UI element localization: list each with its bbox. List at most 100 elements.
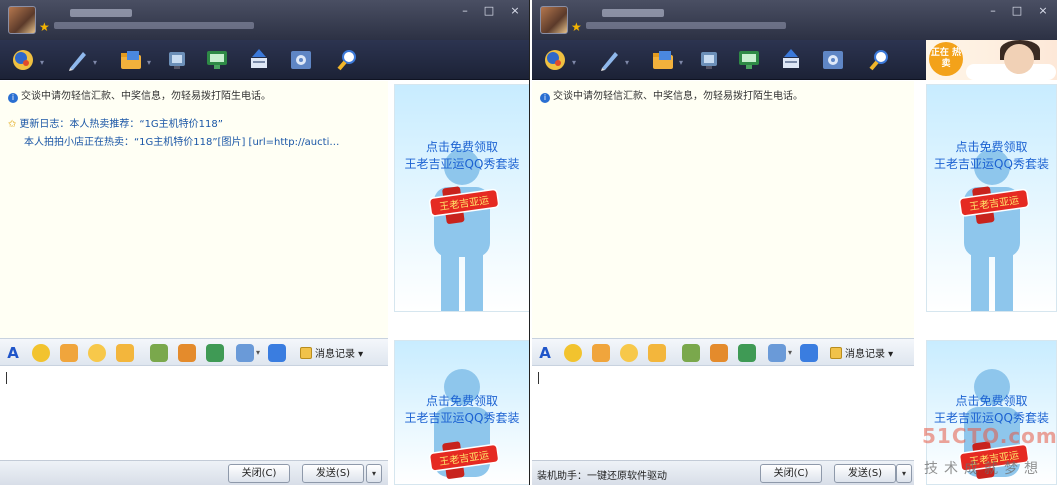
pen-icon[interactable]: [596, 47, 622, 73]
chat-history[interactable]: i 交谈中请勿轻信汇款、中奖信息，勿轻易拨打陌生电话。: [532, 81, 914, 338]
text-cursor: [6, 372, 7, 384]
ad-banner-bottom[interactable]: 点击免费领取 王老吉亚运QQ秀套装 王老吉亚运: [394, 340, 529, 485]
contact-name-blurred: [602, 9, 664, 17]
chevron-down-icon[interactable]: ▾: [625, 58, 629, 67]
magic-face-icon[interactable]: [592, 344, 610, 362]
security-notice-text: 交谈中请勿轻信汇款、中奖信息，勿轻易拨打陌生电话。: [553, 91, 803, 102]
message-record-button[interactable]: 消息记录 ▾: [830, 345, 893, 360]
chevron-down-icon[interactable]: ▾: [93, 58, 97, 67]
screenshot-icon[interactable]: [236, 344, 254, 362]
chevron-down-icon[interactable]: ▾: [572, 58, 576, 67]
chevron-down-icon[interactable]: ▾: [788, 348, 792, 357]
wink-icon[interactable]: [88, 344, 106, 362]
security-notice: i 交谈中请勿轻信汇款、中奖信息，勿轻易拨打陌生电话。: [540, 87, 803, 103]
message-input[interactable]: [0, 366, 388, 460]
music-icon[interactable]: [738, 344, 756, 362]
input-toolbar: A ▾ 消息记录 ▾: [0, 338, 388, 366]
screenshot-icon[interactable]: [768, 344, 786, 362]
screen-icon[interactable]: [204, 47, 230, 73]
ad-banner-top[interactable]: 点击免费领取 王老吉亚运QQ秀套装 王老吉亚运: [926, 84, 1057, 312]
model-face-graphic: [1004, 44, 1034, 74]
text-cursor: [538, 372, 539, 384]
vip-star-icon: ★: [39, 20, 50, 34]
sketch-icon[interactable]: [268, 344, 286, 362]
minimize-button[interactable]: –: [456, 4, 474, 18]
message-input[interactable]: [532, 366, 914, 460]
chevron-down-icon[interactable]: ▾: [679, 58, 683, 67]
bottom-bar: 装机助手：一键还原软件驱动 关闭(C) 发送(S) ▾: [532, 460, 914, 485]
settings-icon[interactable]: [288, 47, 314, 73]
ad-line-2: 王老吉亚运QQ秀套装: [934, 157, 1049, 171]
contact-name-blurred: [70, 9, 132, 17]
ad-line-1: 点击免费领取: [955, 140, 1028, 154]
font-icon[interactable]: A: [536, 344, 554, 362]
message-record-button[interactable]: 消息记录 ▾: [300, 345, 363, 360]
contact-avatar[interactable]: [540, 6, 568, 34]
jump-icon[interactable]: [116, 344, 134, 362]
folder-icon[interactable]: [650, 47, 676, 73]
settings-icon[interactable]: [820, 47, 846, 73]
gift-icon[interactable]: [178, 344, 196, 362]
close-button[interactable]: 关闭(C): [228, 464, 290, 483]
sketch-icon[interactable]: [800, 344, 818, 362]
transfer-icon[interactable]: [246, 47, 272, 73]
ad-line-2: 王老吉亚运QQ秀套装: [404, 157, 520, 171]
video-icon[interactable]: [697, 47, 723, 73]
message-record-label: 消息记录: [315, 349, 355, 360]
title-bar[interactable]: ★ – □ ×: [532, 0, 1057, 40]
chevron-down-icon[interactable]: ▾: [256, 348, 260, 357]
update-log-line-2[interactable]: 本人拍拍小店正在热卖：“1G主机特价118”[图片] [url=http://a…: [24, 133, 339, 148]
search-icon[interactable]: [866, 47, 892, 73]
wink-icon[interactable]: [620, 344, 638, 362]
chat-history[interactable]: i 交谈中请勿轻信汇款、中奖信息，勿轻易拨打陌生电话。 ✩ 更新日志：本人热卖推荐：…: [0, 81, 388, 338]
bottom-bar: 关闭(C) 发送(S) ▾: [0, 460, 388, 485]
ad-line-1: 点击免费领取: [955, 394, 1028, 408]
install-helper-link[interactable]: 装机助手：一键还原软件驱动: [537, 467, 667, 482]
send-button[interactable]: 发送(S): [834, 464, 896, 483]
ad-line-1: 点击免费领取: [425, 140, 498, 154]
contact-avatar[interactable]: [8, 6, 36, 34]
magic-face-icon[interactable]: [60, 344, 78, 362]
image-icon[interactable]: [682, 344, 700, 362]
info-icon: i: [540, 93, 550, 103]
minimize-button[interactable]: –: [984, 4, 1002, 18]
face-icon[interactable]: [11, 47, 37, 73]
message-record-icon: [300, 347, 312, 359]
info-icon: i: [8, 93, 18, 103]
emoji-icon[interactable]: [32, 344, 50, 362]
maximize-button[interactable]: □: [1008, 4, 1026, 18]
chevron-down-icon[interactable]: ▾: [40, 58, 44, 67]
transfer-icon[interactable]: [778, 47, 804, 73]
promo-banner[interactable]: 正在 热卖: [926, 40, 1057, 80]
close-window-button[interactable]: ×: [1034, 4, 1052, 18]
image-icon[interactable]: [150, 344, 168, 362]
music-icon[interactable]: [206, 344, 224, 362]
chevron-down-icon[interactable]: ▾: [147, 58, 151, 67]
font-icon[interactable]: A: [4, 344, 22, 362]
face-icon[interactable]: [543, 47, 569, 73]
title-bar[interactable]: ★ – □ ×: [0, 0, 529, 40]
send-options-dropdown[interactable]: ▾: [366, 464, 382, 483]
watermark-slogan: 技术成就梦想: [924, 461, 1044, 477]
main-toolbar: ▾ ▾ ▾: [0, 40, 529, 80]
chat-window-left: ★ – □ × ▾ ▾ ▾ i 交谈中请勿轻信汇款、中奖信息，勿轻易拨打陌生电话…: [0, 0, 530, 485]
security-notice: i 交谈中请勿轻信汇款、中奖信息，勿轻易拨打陌生电话。: [8, 87, 271, 103]
search-icon[interactable]: [334, 47, 360, 73]
jump-icon[interactable]: [648, 344, 666, 362]
gift-icon[interactable]: [710, 344, 728, 362]
ad-line-2: 王老吉亚运QQ秀套装: [404, 411, 520, 425]
close-button[interactable]: 关闭(C): [760, 464, 822, 483]
update-log-text: 更新日志：本人热卖推荐：“1G主机特价118”: [19, 119, 223, 130]
pen-icon[interactable]: [64, 47, 90, 73]
emoji-icon[interactable]: [564, 344, 582, 362]
send-button[interactable]: 发送(S): [302, 464, 364, 483]
ad-banner-top[interactable]: 点击免费领取 王老吉亚运QQ秀套装 王老吉亚运: [394, 84, 529, 312]
screen-icon[interactable]: [736, 47, 762, 73]
maximize-button[interactable]: □: [480, 4, 498, 18]
video-icon[interactable]: [165, 47, 191, 73]
send-options-dropdown[interactable]: ▾: [896, 464, 912, 483]
close-window-button[interactable]: ×: [506, 4, 524, 18]
folder-icon[interactable]: [118, 47, 144, 73]
contact-signature-blurred: [586, 22, 786, 29]
update-log-line: ✩ 更新日志：本人热卖推荐：“1G主机特价118”: [8, 115, 223, 130]
